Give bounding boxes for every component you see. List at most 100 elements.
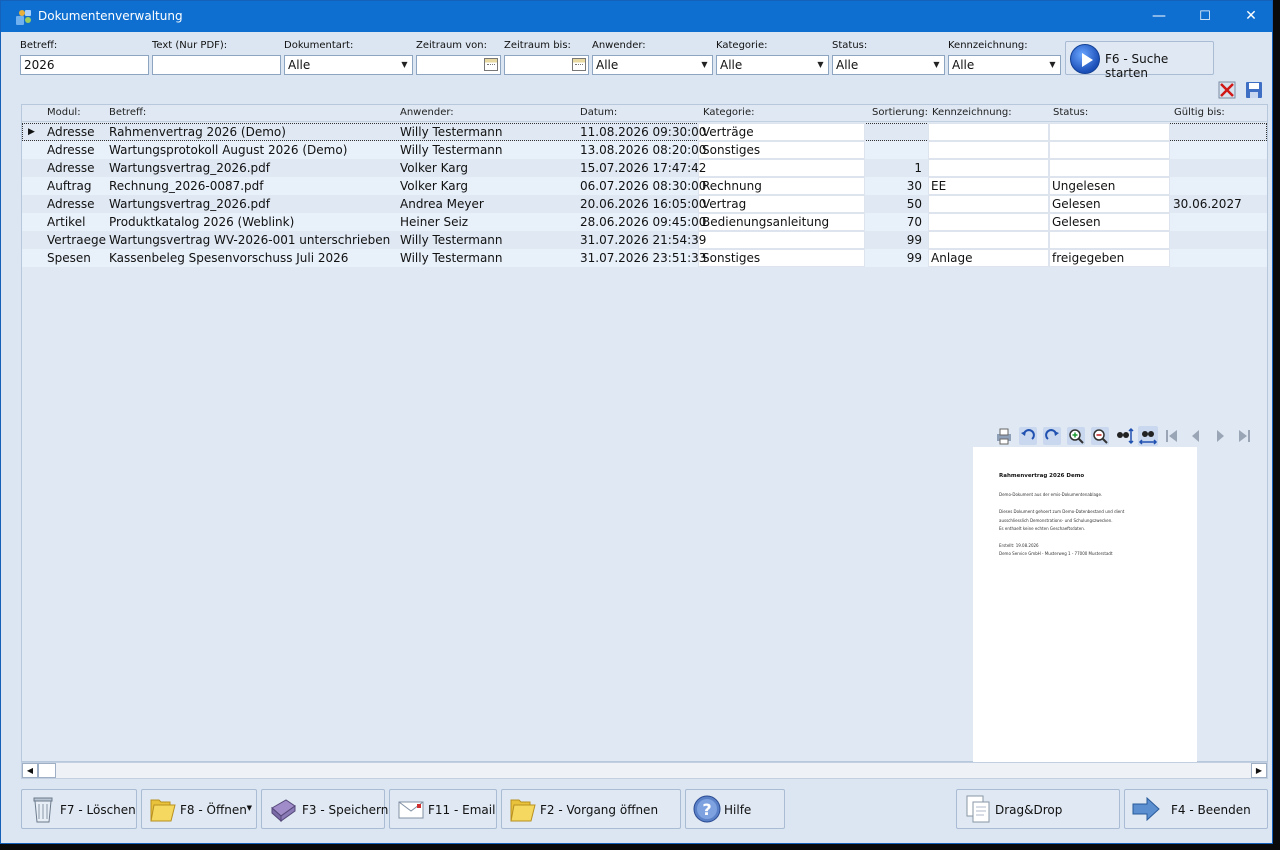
table-row[interactable]: Artikel Produktkatalog 2026 (Weblink) Hein…	[22, 213, 1267, 231]
table-cell: 13.08.2026 08:20:00	[580, 143, 707, 157]
delete-button-label: F7 - Löschen	[60, 803, 136, 817]
fit-height-icon[interactable]	[1114, 426, 1134, 446]
table-cell-bg	[928, 141, 1049, 159]
table-cell: Bedienungsanleitung	[702, 215, 830, 229]
zeitraum-von-input[interactable]	[416, 55, 501, 75]
table-header: Modul: Betreff: Anwender: Datum: Kategor…	[22, 105, 1267, 122]
zeitraum-bis-input[interactable]	[504, 55, 589, 75]
delete-button[interactable]: F7 - Löschen	[21, 789, 137, 829]
table-row[interactable]: Adresse Wartungsvertrag_2026.pdf Volker Ka…	[22, 159, 1267, 177]
help-button[interactable]: ? Hilfe	[685, 789, 785, 829]
delete-filter-icon[interactable]	[1218, 81, 1236, 99]
save-button-label: F3 - Speichern	[302, 803, 389, 817]
print-icon[interactable]	[994, 426, 1014, 446]
col-sortierung[interactable]: Sortierung:	[872, 107, 928, 118]
calendar-icon[interactable]	[572, 58, 586, 71]
zoom-out-icon[interactable]	[1090, 426, 1110, 446]
table-cell: Sonstiges	[702, 251, 761, 265]
play-icon	[1070, 44, 1100, 74]
text-input[interactable]	[152, 55, 281, 75]
dropdown-arrow-icon[interactable]: ▼	[247, 804, 252, 812]
open-process-button[interactable]: F2 - Vorgang öffnen	[501, 789, 681, 829]
table-cell: Willy Testermann	[400, 143, 503, 157]
text-label: Text (Nur PDF):	[152, 40, 228, 51]
minimize-button[interactable]: —	[1136, 1, 1182, 32]
calendar-icon[interactable]	[484, 58, 498, 71]
col-betreff[interactable]: Betreff:	[109, 107, 146, 118]
email-button[interactable]: F11 - Email	[389, 789, 497, 829]
first-page-icon[interactable]	[1162, 426, 1182, 446]
table-cell: Willy Testermann	[400, 125, 503, 139]
previous-page-icon[interactable]	[1186, 426, 1206, 446]
table-row[interactable]: Vertraege Wartungsvertrag WV-2026-001 unt…	[22, 231, 1267, 249]
table-cell: Spesen	[47, 251, 91, 265]
chevron-down-icon[interactable]: ▼	[928, 56, 944, 74]
col-modul[interactable]: Modul:	[47, 107, 81, 118]
table-row[interactable]: ▶ Adresse Rahmenvertrag 2026 (Demo) Willy T…	[22, 123, 1267, 141]
dragdrop-button[interactable]: Drag&Drop	[956, 789, 1120, 829]
rotate-right-icon[interactable]	[1042, 426, 1062, 446]
table-cell-bg	[928, 213, 1049, 231]
horizontal-scrollbar[interactable]: ◀ ▶	[21, 762, 1268, 779]
fit-width-icon[interactable]	[1138, 426, 1158, 446]
search-button[interactable]: F6 - Suche starten	[1065, 41, 1214, 80]
open-button[interactable]: F8 - Öffnen ▼	[141, 789, 257, 829]
col-anwender[interactable]: Anwender:	[400, 107, 454, 118]
table-cell-bg	[928, 123, 1049, 141]
dokumentart-select[interactable]: Alle ▼	[284, 55, 413, 75]
col-gueltig-bis[interactable]: Gültig bis:	[1174, 107, 1225, 118]
exit-button[interactable]: F4 - Beenden	[1124, 789, 1268, 829]
maximize-button[interactable]: ☐	[1182, 1, 1228, 32]
table-cell: 15.07.2026 17:47:42	[580, 161, 707, 175]
table-cell: Produktkatalog 2026 (Weblink)	[109, 215, 295, 229]
scroll-right-arrow-icon[interactable]: ▶	[1251, 763, 1267, 778]
kennzeichnung-select[interactable]: Alle ▼	[948, 55, 1061, 75]
zeitraum-bis-label: Zeitraum bis:	[504, 40, 571, 51]
zoom-in-icon[interactable]	[1066, 426, 1086, 446]
table-cell: Vertrag	[702, 197, 747, 211]
chevron-down-icon[interactable]: ▼	[812, 56, 828, 74]
table-cell: Wartungsvertrag WV-2026-001 unterschrieb…	[109, 233, 391, 247]
scroll-left-arrow-icon[interactable]: ◀	[22, 763, 38, 778]
app-icon	[16, 10, 31, 25]
col-status[interactable]: Status:	[1053, 107, 1088, 118]
anwender-select[interactable]: Alle ▼	[592, 55, 713, 75]
preview-line: Demo Service GmbH - Musterweg 1 - 77000 …	[999, 551, 1113, 556]
save-button[interactable]: F3 - Speichern	[261, 789, 389, 829]
col-kategorie[interactable]: Kategorie:	[703, 107, 754, 118]
last-page-icon[interactable]	[1234, 426, 1254, 446]
table-row[interactable]: Adresse Wartungsvertrag_2026.pdf Andrea Me…	[22, 195, 1267, 213]
table-cell: Artikel	[47, 215, 86, 229]
table-row[interactable]: Spesen Kassenbeleg Spesenvorschuss Juli 2…	[22, 249, 1267, 267]
save-icon[interactable]	[1245, 81, 1263, 99]
table-cell: freigegeben	[1052, 251, 1125, 265]
zeitraum-von-label: Zeitraum von:	[416, 40, 487, 51]
table-row[interactable]: Auftrag Rechnung_2026-0087.pdf Volker Karg…	[22, 177, 1267, 195]
table-cell: Adresse	[47, 125, 95, 139]
betreff-input[interactable]: 2026	[20, 55, 149, 75]
table-cell: 70	[906, 215, 922, 229]
col-datum[interactable]: Datum:	[580, 107, 617, 118]
table-cell-bg	[1049, 159, 1170, 177]
document-preview[interactable]: Rahmenvertrag 2026 Demo Demo-Dokument au…	[973, 447, 1197, 762]
kennzeichnung-label: Kennzeichnung:	[948, 40, 1028, 51]
next-page-icon[interactable]	[1210, 426, 1230, 446]
kategorie-select[interactable]: Alle ▼	[716, 55, 829, 75]
status-label: Status:	[832, 40, 868, 51]
chevron-down-icon[interactable]: ▼	[1044, 56, 1060, 74]
table-cell: EE	[931, 179, 947, 193]
close-button[interactable]: ✕	[1228, 1, 1274, 32]
table-row[interactable]: Adresse Wartungsprotokoll August 2026 (De…	[22, 141, 1267, 159]
status-select[interactable]: Alle ▼	[832, 55, 945, 75]
col-kennzeichnung[interactable]: Kennzeichnung:	[932, 107, 1012, 118]
table-cell: Sonstiges	[702, 143, 761, 157]
chevron-down-icon[interactable]: ▼	[396, 56, 412, 74]
table-cell-bg	[1049, 123, 1170, 141]
chevron-down-icon[interactable]: ▼	[696, 56, 712, 74]
table-cell: 31.07.2026 23:51:33	[580, 251, 707, 265]
folder-icon	[510, 799, 536, 822]
scroll-thumb[interactable]	[38, 763, 56, 778]
rotate-left-icon[interactable]	[1018, 426, 1038, 446]
preview-line: Demo-Dokument aus der emis-Dokumentenabl…	[999, 492, 1103, 497]
table-cell: Adresse	[47, 161, 95, 175]
